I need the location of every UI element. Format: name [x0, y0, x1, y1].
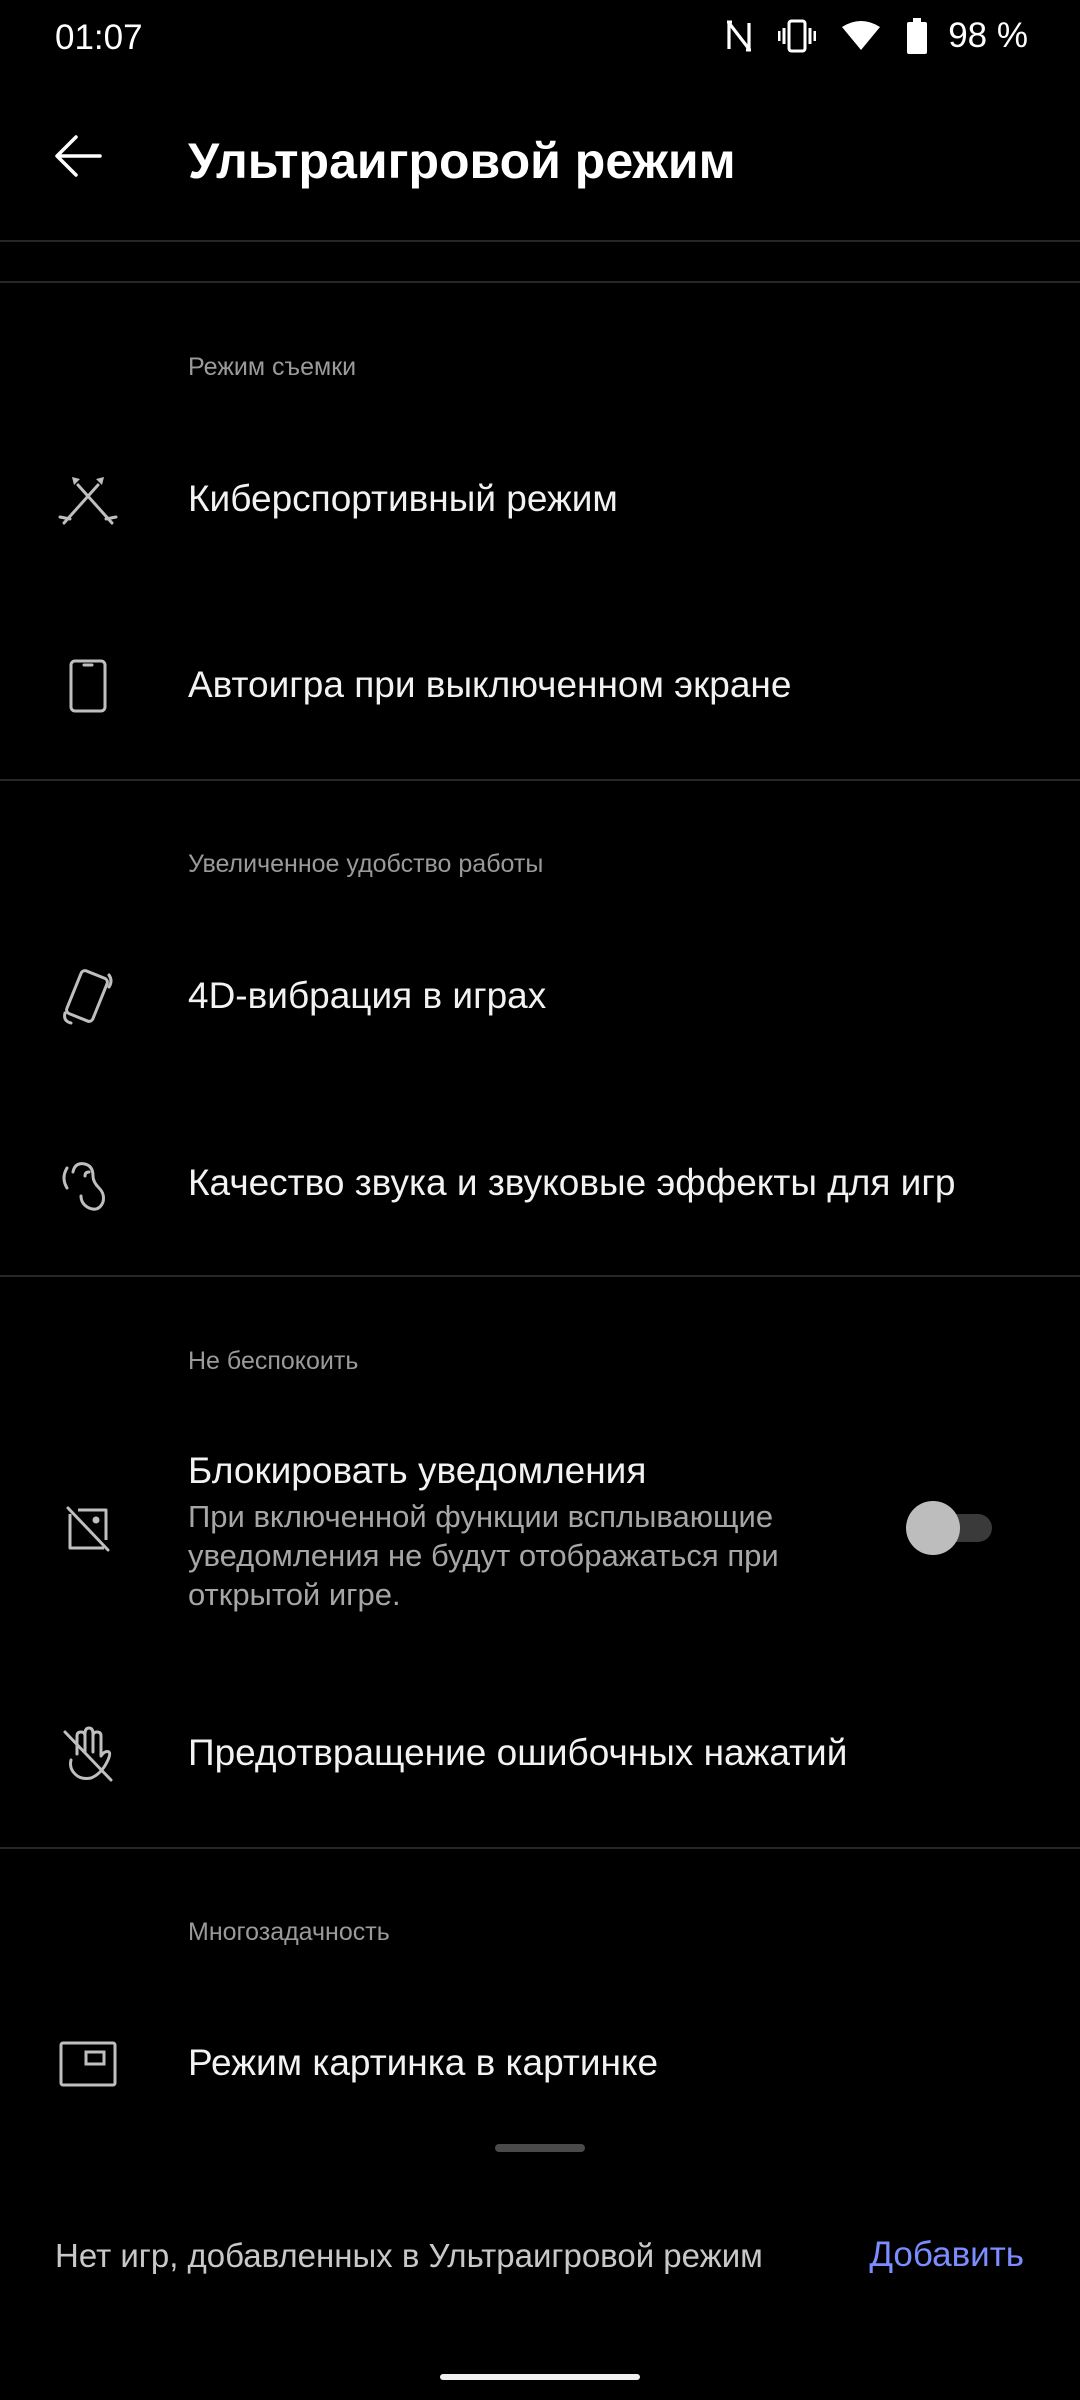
vibrating-phone-icon: [56, 965, 120, 1029]
nfc-icon: [726, 19, 752, 53]
section-divider: [0, 1847, 1080, 1849]
block-notifications-summary: При включенной функции всплывающие уведо…: [188, 1499, 779, 1612]
status-time: 01:07: [55, 18, 143, 57]
section-divider: [0, 1275, 1080, 1277]
section-divider: [0, 779, 1080, 781]
add-game-button[interactable]: Добавить: [869, 2235, 1024, 2275]
section-header-dnd: Не беспокоить: [188, 1347, 359, 1375]
battery-icon: [906, 18, 928, 54]
picture-in-picture-icon: [56, 2032, 120, 2096]
block-notifications-title: Блокировать уведомления: [188, 1450, 647, 1491]
bottom-sheet-handle[interactable]: [495, 2144, 585, 2152]
notifications-off-icon: [56, 1496, 120, 1560]
mistouch-prevention-label: Предотвращение ошибочных нажатий: [188, 1732, 848, 1773]
vibrate-icon: [778, 19, 817, 53]
section-divider: [0, 281, 1080, 283]
mistouch-prevention-item[interactable]: Предотвращение ошибочных нажатий: [0, 1694, 1080, 1814]
picture-in-picture-item[interactable]: Режим картинка в картинке: [0, 2004, 1080, 2124]
hand-off-icon: [56, 1722, 120, 1786]
section-header-shooting: Режим съемки: [188, 353, 357, 381]
esports-mode-item[interactable]: Киберспортивный режим: [0, 440, 1080, 560]
esports-mode-label: Киберспортивный режим: [188, 478, 618, 519]
page-title: Ультраигровой режим: [188, 133, 736, 189]
status-icons: 98 %: [726, 16, 1028, 56]
sound-effects-item[interactable]: Качество звука и звуковые эффекты для иг…: [0, 1124, 1080, 1244]
section-header-multitask: Многозадачность: [188, 1918, 390, 1946]
picture-in-picture-label: Режим картинка в картинке: [188, 2042, 659, 2083]
no-games-message: Нет игр, добавленных в Ультраигровой реж…: [55, 2237, 763, 2274]
phone-icon: [56, 654, 120, 718]
back-button[interactable]: [38, 118, 118, 198]
header-divider: [0, 240, 1080, 242]
vibration-4d-item[interactable]: 4D-вибрация в играх: [0, 937, 1080, 1057]
gesture-nav-bar[interactable]: [440, 2374, 640, 2380]
toggle-thumb: [906, 1501, 960, 1555]
auto-play-item[interactable]: Автоигра при выключенном экране: [0, 626, 1080, 746]
auto-play-label: Автоигра при выключенном экране: [188, 664, 792, 705]
section-header-comfort: Увеличенное удобство работы: [188, 850, 544, 878]
battery-percent: 98 %: [948, 16, 1028, 55]
vibration-4d-label: 4D-вибрация в играх: [188, 975, 547, 1016]
arrow-left-icon: [54, 134, 102, 183]
wifi-icon: [842, 21, 881, 51]
ear-icon: [56, 1152, 120, 1216]
block-notifications-toggle[interactable]: [906, 1500, 996, 1556]
sound-effects-label: Качество звука и звуковые эффекты для иг…: [188, 1162, 956, 1203]
crossed-swords-icon: [56, 468, 120, 532]
block-notifications-item[interactable]: Блокировать уведомления При включенной ф…: [0, 1430, 1080, 1620]
